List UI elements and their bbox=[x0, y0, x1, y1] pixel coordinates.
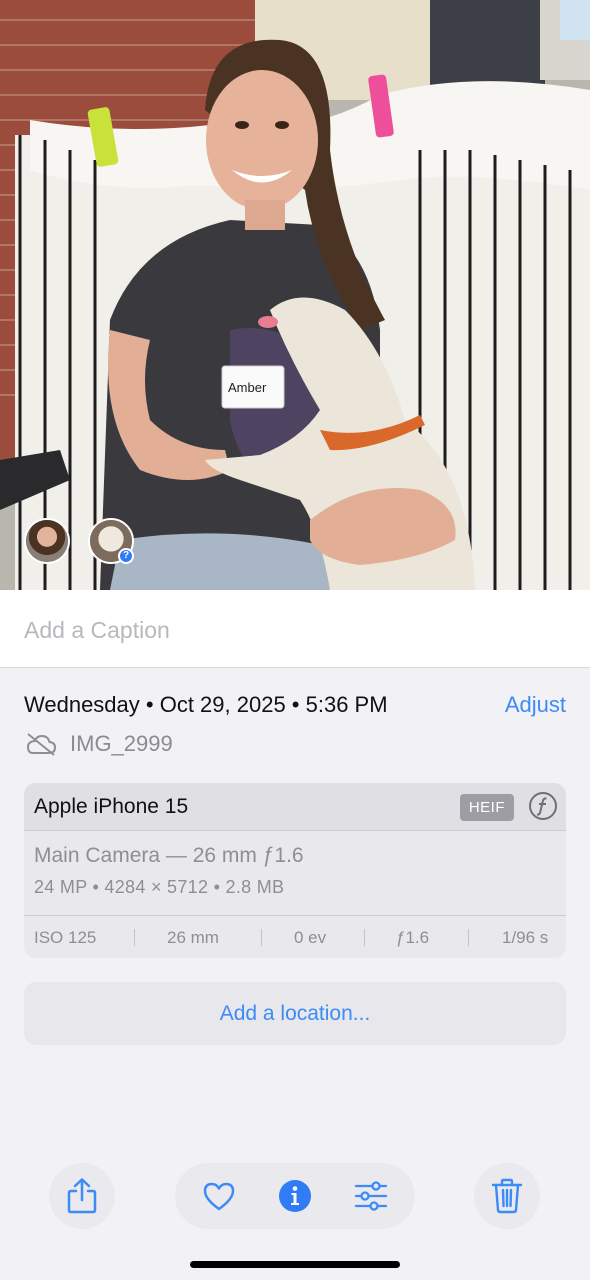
exif-aperture: ƒ1.6 bbox=[396, 928, 430, 947]
exif-iso: ISO 125 bbox=[34, 928, 97, 947]
edit-button[interactable] bbox=[341, 1163, 401, 1229]
photo-name-tag: Amber bbox=[228, 380, 267, 395]
capture-date: Wednesday • Oct 29, 2025 • 5:36 PM bbox=[24, 692, 388, 717]
photo-image: Amber bbox=[0, 0, 590, 590]
adjust-sliders-icon bbox=[354, 1181, 388, 1211]
share-icon bbox=[67, 1178, 97, 1214]
person-thumbnail[interactable] bbox=[24, 518, 70, 564]
exif-exposure: 0 ev bbox=[294, 928, 327, 947]
add-location-button[interactable]: Add a location... bbox=[24, 982, 566, 1045]
exif-divider bbox=[134, 929, 135, 946]
exif-row: ISO 125 26 mm 0 ev ƒ1.6 1/96 s bbox=[24, 915, 566, 958]
share-button[interactable] bbox=[49, 1163, 115, 1229]
file-info: IMG_2999 bbox=[24, 730, 173, 758]
format-badge: HEIF bbox=[459, 794, 514, 821]
favorite-button[interactable] bbox=[189, 1163, 249, 1229]
info-button[interactable] bbox=[265, 1163, 325, 1229]
heart-icon bbox=[203, 1182, 235, 1211]
unknown-person-badge: ? bbox=[118, 548, 134, 564]
aperture-f-icon[interactable] bbox=[528, 791, 558, 821]
exif-shutter: 1/96 s bbox=[502, 928, 549, 947]
exif-focal-length: 26 mm bbox=[167, 928, 219, 947]
adjust-date-button[interactable]: Adjust bbox=[505, 692, 566, 718]
exif-divider bbox=[364, 929, 365, 946]
lens-info: Main Camera — 26 mm ƒ1.6 bbox=[34, 844, 304, 867]
home-indicator[interactable] bbox=[190, 1261, 400, 1268]
caption-section bbox=[0, 590, 590, 668]
photo-actions-group bbox=[175, 1163, 415, 1229]
info-icon bbox=[279, 1180, 311, 1212]
device-name: Apple iPhone 15 bbox=[34, 795, 189, 818]
trash-icon bbox=[491, 1178, 523, 1214]
exif-divider bbox=[261, 929, 262, 946]
filename: IMG_2999 bbox=[70, 731, 173, 756]
photo-viewer[interactable]: Amber ? bbox=[0, 0, 590, 590]
exif-divider bbox=[468, 929, 469, 946]
camera-info-card: Apple iPhone 15 HEIF Main Camera — 26 mm… bbox=[24, 783, 566, 958]
delete-button[interactable] bbox=[474, 1163, 540, 1229]
cloud-off-icon bbox=[26, 733, 57, 756]
camera-card-header: Apple iPhone 15 HEIF bbox=[24, 783, 566, 831]
caption-input[interactable] bbox=[24, 612, 564, 648]
image-specs: 24 MP • 4284 × 5712 • 2.8 MB bbox=[34, 877, 285, 897]
